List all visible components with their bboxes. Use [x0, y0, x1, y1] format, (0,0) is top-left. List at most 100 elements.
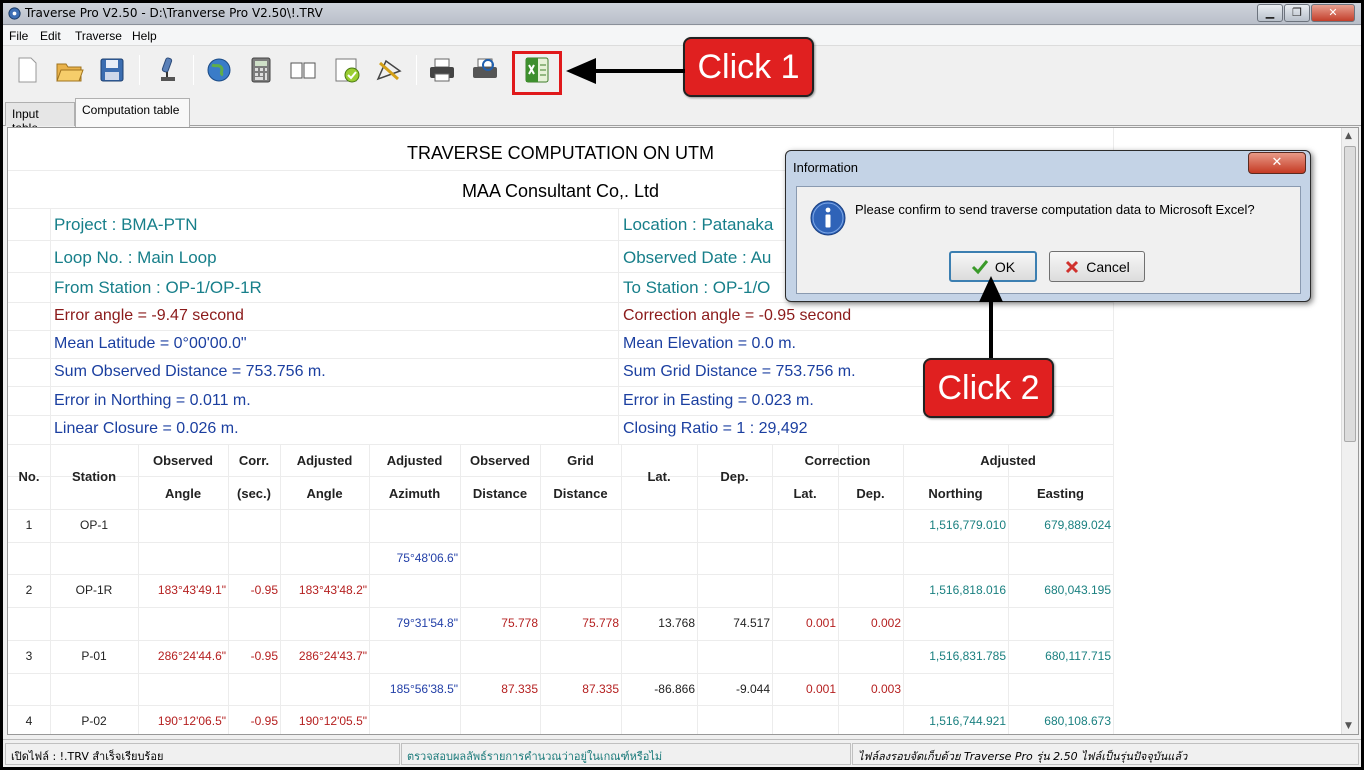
header-observed-dist: Observed [470, 453, 530, 468]
survey-instrument-button[interactable] [149, 52, 185, 88]
row-no: 2 [25, 583, 33, 597]
menu-help[interactable]: Help [132, 29, 157, 43]
scroll-up-icon[interactable]: ▲ [1345, 131, 1352, 141]
open-file-button[interactable] [51, 52, 87, 88]
x-mark-icon [1066, 260, 1079, 273]
survey-drawing-button[interactable] [371, 52, 407, 88]
title-bar: Traverse Pro V2.50 - D:\Tranverse Pro V2… [3, 3, 1361, 25]
row-dep: 74.517 [733, 616, 770, 630]
row-corr: -0.95 [250, 714, 278, 728]
mean-latitude-label: Mean Latitude = 0°00'00.0" [54, 335, 247, 352]
row-no: 1 [25, 518, 33, 532]
row-easting: 679,889.024 [1044, 518, 1111, 532]
loop-label: Loop No. : Main Loop [54, 248, 217, 267]
maximize-button[interactable]: ❐ [1284, 4, 1310, 22]
menu-file[interactable]: File [9, 29, 28, 43]
row-lat: -86.866 [654, 682, 695, 696]
header-observed: Observed [153, 453, 213, 468]
book-icon [290, 62, 316, 79]
save-file-button[interactable] [94, 52, 130, 88]
info-icon [810, 200, 846, 236]
menu-edit[interactable]: Edit [40, 29, 61, 43]
header-corr-dep: Dep. [856, 486, 885, 501]
scroll-down-icon[interactable]: ▼ [1345, 721, 1352, 731]
row-adjusted-angle: 183°43'48.2" [298, 583, 367, 597]
globe-icon [207, 58, 231, 82]
header-adjusted: Adjusted [296, 453, 353, 468]
header-adjusted-coord: Adjusted [980, 453, 1036, 468]
to-station-label: To Station : OP-1/O [623, 278, 771, 297]
row-azimuth: 79°31'54.8" [396, 616, 458, 630]
book-button[interactable] [285, 52, 321, 88]
header-station: Station [71, 469, 117, 484]
click-2-callout: Click 2 [923, 358, 1054, 418]
status-bar: เปิดไฟล์ : !.TRV สำเร็จเรียบร้อย ตรวจสอบ… [3, 739, 1361, 767]
minimize-button[interactable]: ▁ [1257, 4, 1283, 22]
check-computation-button[interactable] [329, 52, 365, 88]
row-lat: 13.768 [658, 616, 695, 630]
menu-traverse[interactable]: Traverse [75, 29, 122, 43]
window-title: Traverse Pro V2.50 - D:\Tranverse Pro V2… [25, 6, 323, 20]
print-button[interactable] [424, 52, 460, 88]
print-preview-button[interactable] [467, 52, 503, 88]
microscope-icon [161, 57, 175, 81]
row-easting: 680,108.673 [1044, 714, 1111, 728]
row-observed-angle: 190°12'06.5" [157, 714, 226, 728]
tab-input-table[interactable]: Input table [5, 102, 75, 135]
header-lat: Lat. [647, 469, 671, 484]
header-azimuth: Azimuth [388, 486, 441, 501]
row-no: 3 [25, 649, 33, 663]
row-azimuth: 185°56'38.5" [389, 682, 458, 696]
row-dep: -9.044 [735, 682, 770, 696]
project-label: Project : BMA-PTN [54, 215, 198, 234]
row-station: P-01 [81, 649, 107, 663]
click-1-callout: Click 1 [683, 37, 814, 97]
app-icon [8, 7, 21, 20]
error-easting-label: Error in Easting = 0.023 m. [623, 392, 814, 409]
utm-globe-button[interactable] [201, 52, 237, 88]
app-window: Traverse Pro V2.50 - D:\Tranverse Pro V2… [3, 3, 1361, 767]
header-sec: (sec.) [237, 486, 271, 501]
row-observed-angle: 286°24'44.6" [157, 649, 226, 663]
header-no: No. [18, 469, 40, 484]
row-corr-dep: 0.002 [870, 616, 901, 630]
tab-computation-table[interactable]: Computation table [75, 98, 190, 127]
new-file-button[interactable] [9, 52, 45, 88]
closing-ratio-label: Closing Ratio = 1 : 29,492 [623, 420, 808, 437]
row-observed-angle: 183°43'49.1" [157, 583, 226, 597]
header-northing: Northing [928, 486, 983, 501]
survey-drawing-icon [376, 59, 402, 81]
header-corr: Corr. [238, 453, 270, 468]
row-northing: 1,516,831.785 [929, 649, 1006, 663]
status-open-file: เปิดไฟล์ : !.TRV สำเร็จเรียบร้อย [5, 743, 400, 765]
row-easting: 680,117.715 [1045, 649, 1111, 663]
location-label: Location : Patanaka [623, 215, 774, 234]
checklist-icon [335, 58, 360, 83]
scrollbar-thumb[interactable] [1344, 146, 1356, 442]
from-station-label: From Station : OP-1/OP-1R [54, 278, 262, 297]
calculator-button[interactable] [243, 52, 279, 88]
header-adjusted-az: Adjusted [386, 453, 443, 468]
error-angle-label: Error angle = -9.47 second [54, 307, 244, 324]
dialog-close-button[interactable]: ✕ [1248, 152, 1306, 174]
row-no: 4 [25, 714, 33, 728]
new-file-icon [18, 57, 37, 83]
sum-observed-distance-label: Sum Observed Distance = 753.756 m. [54, 363, 326, 380]
row-northing: 1,516,744.921 [929, 714, 1006, 728]
row-adjusted-angle: 190°12'05.5" [298, 714, 367, 728]
row-azimuth: 75°48'06.6" [396, 551, 458, 565]
header-grid-distance: Distance [553, 486, 608, 501]
header-correction: Correction [804, 453, 871, 468]
row-corr-lat: 0.001 [805, 616, 836, 630]
printer-icon [430, 58, 454, 82]
close-window-button[interactable]: ✕ [1311, 4, 1355, 22]
cancel-button[interactable]: Cancel [1049, 251, 1145, 282]
row-corr-dep: 0.003 [870, 682, 901, 696]
vertical-scrollbar[interactable]: ▲ ▼ [1341, 128, 1358, 734]
ok-button[interactable]: OK [949, 251, 1037, 282]
dialog-title: Information [793, 160, 859, 175]
row-observed-distance: 87.335 [501, 682, 538, 696]
row-adjusted-angle: 286°24'43.7" [298, 649, 367, 663]
tab-bar: Input table Computation table [3, 96, 1361, 135]
header-distance: Distance [472, 486, 528, 501]
